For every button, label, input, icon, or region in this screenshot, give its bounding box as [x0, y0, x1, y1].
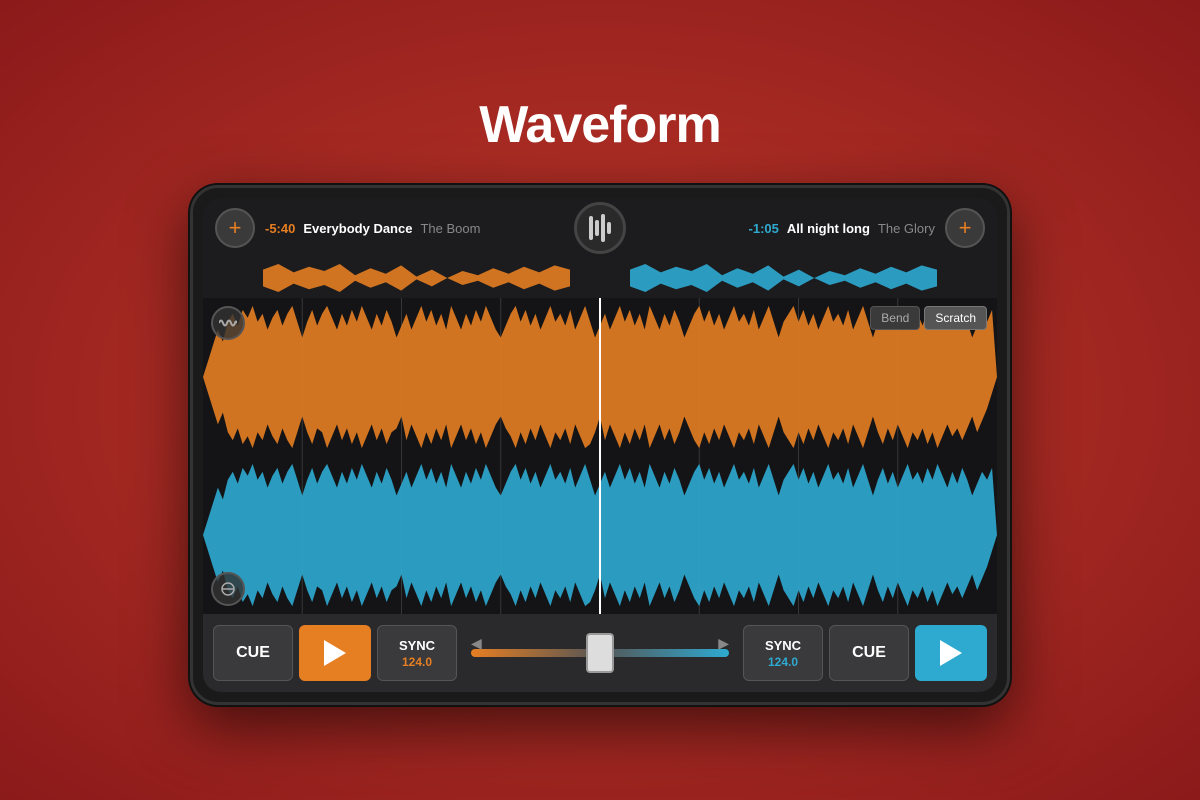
mini-waveform-left [263, 264, 570, 292]
crossfader-track[interactable]: ◀ ▶ [471, 649, 729, 657]
crossfader-left-arrow: ◀ [471, 635, 482, 652]
deck-left-artist: The Boom [420, 221, 480, 236]
sync-right-button[interactable]: SYNC 124.0 [743, 625, 823, 681]
deck-right-title: All night long [787, 221, 870, 236]
mini-waveform-strip [203, 258, 997, 298]
page-title: Waveform [479, 95, 720, 155]
deck-left-title: Everybody Dance [303, 221, 412, 236]
mini-waveform-right [630, 264, 937, 292]
play-right-button[interactable] [915, 625, 987, 681]
play-left-icon [324, 640, 346, 666]
play-right-icon [940, 640, 962, 666]
spinner-bar [607, 222, 611, 234]
cue-right-button[interactable]: CUE [829, 625, 909, 681]
tablet-screen: + -5:40 Everybody Dance The Boom -1:05 A… [203, 198, 997, 692]
waveform-left-controls [211, 306, 245, 340]
add-right-button[interactable]: + [945, 208, 985, 248]
sync-left-button[interactable]: SYNC 124.0 [377, 625, 457, 681]
deck-left-time: -5:40 [265, 221, 295, 236]
deck-right-artist: The Glory [878, 221, 935, 236]
play-left-button[interactable] [299, 625, 371, 681]
bend-scratch-controls: Bend Scratch [870, 306, 987, 330]
top-bar: + -5:40 Everybody Dance The Boom -1:05 A… [203, 198, 997, 258]
playhead [599, 298, 601, 614]
spinner-bars [589, 214, 611, 242]
sync-left-label: SYNC [399, 638, 435, 653]
center-spinner [574, 202, 626, 254]
scratch-button[interactable]: Scratch [924, 306, 987, 330]
crossfader-container: ◀ ▶ [463, 649, 737, 657]
sync-right-label: SYNC [765, 638, 801, 653]
sync-left-bpm: 124.0 [402, 655, 432, 669]
tablet-frame: + -5:40 Everybody Dance The Boom -1:05 A… [190, 185, 1010, 705]
track-info-left: -5:40 Everybody Dance The Boom [255, 221, 574, 236]
spinner-bar [601, 214, 605, 242]
bottom-controls: CUE SYNC 124.0 ◀ ▶ [203, 614, 997, 692]
bend-button[interactable]: Bend [870, 306, 920, 330]
crossfader-thumb[interactable] [586, 633, 614, 673]
waveform-area[interactable]: Bend Scratch [203, 298, 997, 614]
track-info-right: -1:05 All night long The Glory [626, 221, 945, 236]
spinner-bar [589, 216, 593, 240]
cue-left-button[interactable]: CUE [213, 625, 293, 681]
sync-right-bpm: 124.0 [768, 655, 798, 669]
add-left-button[interactable]: + [215, 208, 255, 248]
waveform-wave-button[interactable] [211, 306, 245, 340]
spinner-bar [595, 220, 599, 236]
divider-button[interactable] [211, 572, 245, 606]
crossfader-right-arrow: ▶ [718, 635, 729, 652]
deck-right-time: -1:05 [749, 221, 779, 236]
